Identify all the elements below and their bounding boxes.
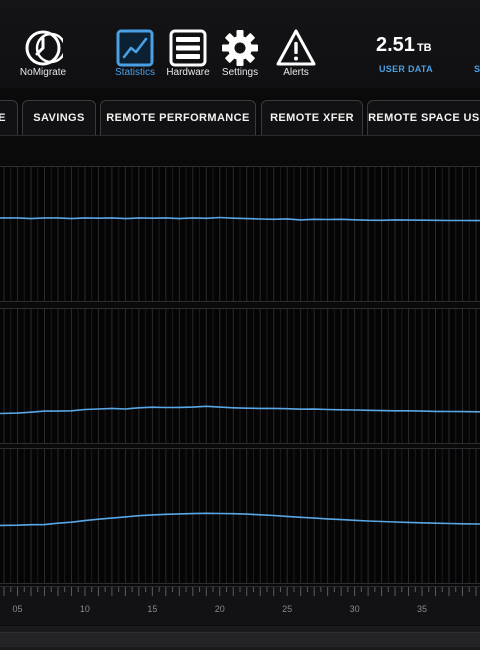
tab-savings[interactable]: SAVINGS [22, 100, 96, 135]
tab-underline [0, 135, 480, 136]
user-data-value: 2.51 TB [376, 34, 432, 56]
axis-tick-label: 20 [215, 604, 225, 614]
settings-button[interactable]: Settings [214, 0, 266, 88]
top-toolbar: NoMigrate Statistics Hardware Settings A… [0, 0, 480, 88]
time-axis-ticks: 05 10 15 20 25 30 35 [3, 587, 477, 614]
alerts-icon [276, 29, 316, 66]
footer-scrollbar[interactable] [0, 632, 480, 647]
settings-icon [222, 30, 258, 66]
nomigrate-label: NoMigrate [19, 67, 67, 78]
tab-remote-space-usage[interactable]: REMOTE SPACE USA [367, 100, 480, 135]
axis-tick-label: 10 [80, 604, 90, 614]
tab-remote-performance[interactable]: REMOTE PERFORMANCE [100, 100, 256, 135]
chart-panel-1 [0, 166, 480, 302]
time-axis: 05 10 15 20 25 30 35 [0, 586, 480, 625]
tab-remote-xfer[interactable]: REMOTE XFER [261, 100, 363, 135]
statistics-button[interactable]: Statistics [108, 0, 162, 88]
axis-tick-label: 35 [417, 604, 427, 614]
hardware-button[interactable]: Hardware [162, 0, 214, 88]
settings-label: Settings [221, 67, 259, 78]
statistics-icon [116, 29, 154, 67]
hardware-icon [169, 29, 207, 67]
chart-panel-3 [0, 448, 480, 584]
axis-tick-label: 25 [282, 604, 292, 614]
chart-3-plot [0, 449, 480, 583]
tab-bar: E SAVINGS REMOTE PERFORMANCE REMOTE XFER… [0, 100, 480, 136]
alerts-button[interactable]: Alerts [270, 0, 322, 88]
hardware-label: Hardware [166, 67, 210, 78]
user-data-unit: TB [416, 42, 432, 54]
nomigrate-button[interactable]: NoMigrate [14, 0, 72, 88]
statistics-label: Statistics [114, 67, 156, 78]
chart-1-plot [0, 167, 480, 301]
nomigrate-icon [25, 30, 63, 66]
axis-tick-label: 30 [350, 604, 360, 614]
alerts-label: Alerts [283, 67, 309, 78]
chart-panel-2 [0, 308, 480, 444]
tab-partial-left[interactable]: E [0, 100, 18, 135]
axis-tick-label: 05 [13, 604, 23, 614]
cut-off-stat-label: S [474, 64, 480, 74]
axis-tick-label: 15 [147, 604, 157, 614]
user-data-label: USER DATA [379, 64, 433, 74]
chart-2-plot [0, 309, 480, 443]
